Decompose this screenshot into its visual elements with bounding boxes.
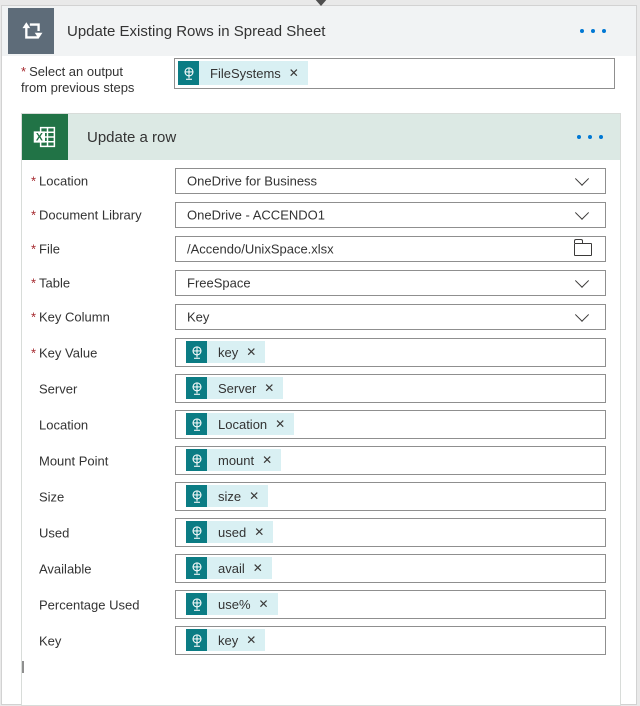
remove-token-icon[interactable]: ✕: [246, 634, 256, 646]
percentage-used-input[interactable]: use% ✕: [175, 590, 606, 619]
required-marker: *: [31, 309, 37, 325]
field-row-location: * Location OneDrive for Business: [22, 168, 620, 194]
dynamic-token-location[interactable]: Location ✕: [186, 413, 295, 435]
dynamic-token-avail[interactable]: avail ✕: [186, 557, 272, 579]
required-marker: *: [31, 241, 37, 257]
file-input[interactable]: /Accendo/UnixSpace.xlsx: [175, 236, 606, 262]
remove-token-icon[interactable]: ✕: [262, 454, 272, 466]
dynamic-content-icon: [186, 341, 207, 363]
dynamic-token-use-percent[interactable]: use% ✕: [186, 593, 278, 615]
chevron-down-icon: [574, 307, 590, 322]
dynamic-content-icon: [186, 377, 207, 399]
token-label: used: [218, 524, 247, 540]
location-input[interactable]: Location ✕: [175, 410, 606, 439]
key-column-dropdown[interactable]: Key: [175, 304, 606, 330]
dynamic-token-mount[interactable]: mount ✕: [186, 449, 282, 471]
excel-icon: X: [22, 114, 68, 160]
field-row-server: Server Server ✕: [22, 374, 620, 403]
required-marker: *: [31, 207, 37, 223]
token-label: key: [218, 632, 239, 648]
field-row-available: Available avail ✕: [22, 554, 620, 583]
next-field-input[interactable]: [22, 661, 24, 673]
field-row-location2: Location Location ✕: [22, 410, 620, 439]
connector-arrow-icon: [314, 0, 328, 6]
ellipsis-icon: [577, 135, 581, 139]
token-label: avail: [218, 560, 245, 576]
token-label: use%: [218, 596, 251, 612]
required-marker: *: [31, 173, 37, 189]
required-marker: *: [31, 345, 37, 360]
token-label: key: [218, 344, 239, 360]
token-label: FileSystems: [210, 65, 281, 81]
remove-token-icon[interactable]: ✕: [249, 490, 259, 502]
remove-token-icon[interactable]: ✕: [264, 382, 274, 394]
dynamic-token-key2[interactable]: key ✕: [186, 629, 266, 651]
token-label: mount: [218, 452, 255, 468]
dynamic-content-icon: [186, 557, 207, 579]
location-dropdown[interactable]: OneDrive for Business: [175, 168, 606, 194]
ellipsis-icon: [580, 29, 584, 33]
table-dropdown[interactable]: FreeSpace: [175, 270, 606, 296]
field-row-size: Size size ✕: [22, 482, 620, 511]
field-row-mount-point: Mount Point mount ✕: [22, 446, 620, 475]
key-value-input[interactable]: key ✕: [175, 338, 606, 367]
dynamic-token-key[interactable]: key ✕: [186, 341, 266, 363]
available-input[interactable]: avail ✕: [175, 554, 606, 583]
field-row-key: Key key ✕: [22, 626, 620, 655]
key-input[interactable]: key ✕: [175, 626, 606, 655]
required-marker: *: [31, 275, 37, 291]
mount-point-input[interactable]: mount ✕: [175, 446, 606, 475]
output-input[interactable]: FileSystems ✕: [174, 58, 615, 89]
svg-text:X: X: [36, 131, 43, 143]
output-field-label: * Select an output from previous steps: [21, 64, 135, 95]
action-menu-button[interactable]: [576, 25, 610, 37]
field-row-key-column: * Key Column Key: [22, 304, 620, 330]
remove-token-icon[interactable]: ✕: [253, 562, 263, 574]
field-row-table: * Table FreeSpace: [22, 270, 620, 296]
dynamic-content-icon: [178, 61, 199, 85]
update-a-row-header[interactable]: X Update a row: [22, 114, 620, 160]
chevron-down-icon: [574, 205, 590, 220]
dynamic-content-icon: [186, 449, 207, 471]
loop-icon: [8, 8, 54, 54]
chevron-down-icon: [574, 273, 590, 288]
remove-token-icon[interactable]: ✕: [259, 598, 269, 610]
size-input[interactable]: size ✕: [175, 482, 606, 511]
apply-to-each-card: Update Existing Rows in Spread Sheet * Se…: [1, 5, 637, 706]
dynamic-token-server[interactable]: Server ✕: [186, 377, 284, 399]
action-menu-button[interactable]: [573, 131, 607, 143]
required-marker: *: [21, 64, 27, 79]
dynamic-token-filesystems[interactable]: FileSystems ✕: [178, 61, 308, 85]
remove-token-icon[interactable]: ✕: [246, 346, 256, 358]
folder-icon[interactable]: [573, 239, 592, 257]
update-a-row-card: X Update a row * Location OneDrive for Bu…: [21, 113, 621, 706]
document-library-dropdown[interactable]: OneDrive - ACCENDO1: [175, 202, 606, 228]
field-row-key-value: * Key Value key ✕: [22, 338, 620, 367]
field-row-partial: [22, 661, 620, 673]
token-label: Server: [218, 380, 257, 396]
remove-token-icon[interactable]: ✕: [254, 526, 264, 538]
field-row-used: Used used ✕: [22, 518, 620, 547]
action-title: Update Existing Rows in Spread Sheet: [67, 22, 326, 40]
dynamic-content-icon: [186, 593, 207, 615]
server-input[interactable]: Server ✕: [175, 374, 606, 403]
action-title: Update a row: [87, 128, 177, 146]
field-row-file: * File /Accendo/UnixSpace.xlsx: [22, 236, 620, 262]
dynamic-content-icon: [186, 521, 207, 543]
token-label: Location: [218, 416, 268, 432]
dynamic-token-used[interactable]: used ✕: [186, 521, 274, 543]
dynamic-content-icon: [186, 629, 207, 651]
excel-form: * Location OneDrive for Business * Documen…: [22, 160, 620, 673]
token-label: size: [218, 488, 242, 504]
chevron-down-icon: [574, 171, 590, 186]
field-row-percentage-used: Percentage Used use% ✕: [22, 590, 620, 619]
dynamic-content-icon: [186, 485, 207, 507]
dynamic-token-size[interactable]: size ✕: [186, 485, 269, 507]
dynamic-content-icon: [186, 413, 207, 435]
remove-token-icon[interactable]: ✕: [275, 418, 285, 430]
remove-token-icon[interactable]: ✕: [289, 67, 299, 79]
apply-to-each-header[interactable]: Update Existing Rows in Spread Sheet: [2, 6, 636, 56]
used-input[interactable]: used ✕: [175, 518, 606, 547]
field-row-document-library: * Document Library OneDrive - ACCENDO1: [22, 202, 620, 228]
